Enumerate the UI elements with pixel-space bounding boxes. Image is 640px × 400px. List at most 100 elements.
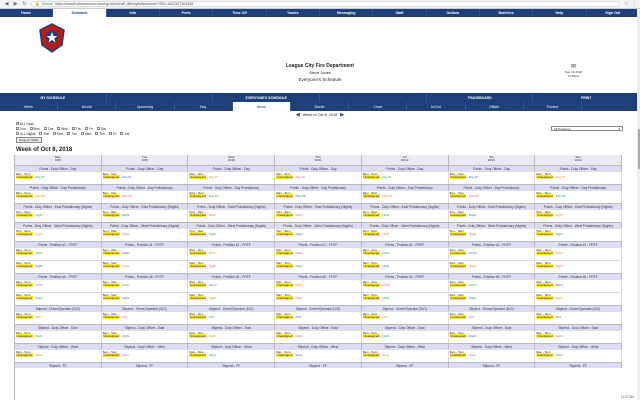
- mail-icon[interactable]: ✉: [565, 63, 582, 70]
- shift-assignment[interactable]: Unassigned - Night: [102, 232, 187, 237]
- shift-assignment[interactable]: Unassigned - Night: [189, 264, 273, 269]
- shift-cell[interactable]: 8am - 5pm Unassigned - West: [275, 350, 362, 362]
- shift-cell[interactable]: 8am - 5pm Unassigned - D/O: [449, 312, 536, 324]
- shift-assignment[interactable]: Unassigned - Night: [536, 213, 620, 218]
- shift-cell[interactable]: 8am - 5pm Unassigned - West: [102, 350, 189, 362]
- shift-cell[interactable]: 5pm - 8am Unassigned - Night: [275, 210, 362, 222]
- shift-assignment[interactable]: Unassigned - D/O: [16, 315, 100, 320]
- filter-option[interactable]: Wed: [57, 126, 68, 131]
- nav-staff[interactable]: Staff: [373, 9, 427, 17]
- shift-assignment[interactable]: Unassigned - Night: [189, 296, 273, 301]
- shift-assignment[interactable]: Unassigned - DOCI: [449, 283, 534, 288]
- shift-assignment[interactable]: Unassigned - Night: [16, 264, 100, 269]
- positions-select[interactable]: All Positions ▾: [551, 126, 623, 131]
- checkbox[interactable]: [96, 126, 100, 130]
- shift-cell[interactable]: 8am - 5pm Unassigned - Night: [15, 331, 102, 343]
- shift-assignment[interactable]: Unassigned - Night: [16, 296, 100, 301]
- view-tab-5[interactable]: Month: [291, 102, 350, 111]
- checkbox[interactable]: [16, 121, 19, 125]
- checkbox[interactable]: [67, 131, 71, 135]
- nav-gonow[interactable]: GoNow: [427, 9, 480, 17]
- filter-option[interactable]: ALL Days: [16, 121, 34, 126]
- checkbox[interactable]: [16, 126, 19, 130]
- shift-cell[interactable]: 8am - 5pm Unassigned - DOCI: [188, 280, 276, 292]
- shift-assignment[interactable]: Unassigned - D/O: [276, 315, 360, 320]
- filter-option[interactable]: Wed: [80, 131, 91, 136]
- shift-cell[interactable]: 5pm - 8am Unassigned - Night: [102, 210, 189, 222]
- shift-cell[interactable]: 8am - 5pm Unassigned - Day Pt: [275, 172, 362, 184]
- nav-trades[interactable]: Trades: [267, 9, 320, 17]
- checkbox[interactable]: [85, 126, 89, 130]
- prev-week-icon[interactable]: ◀: [296, 112, 300, 118]
- filter-option[interactable]: Thu: [95, 131, 105, 136]
- filter-option[interactable]: Sun: [39, 131, 49, 136]
- filter-option[interactable]: Tue: [43, 126, 53, 131]
- star-icon[interactable]: ☆: [624, 1, 628, 7]
- nav-sign-out[interactable]: Sign Out: [587, 9, 640, 17]
- shift-cell[interactable]: 8am - 5pm Unassigned - Night: [102, 293, 189, 305]
- nav-schedule[interactable]: Schedule: [53, 9, 107, 17]
- view-tab-3[interactable]: Day: [175, 102, 233, 111]
- shift-assignment[interactable]: Unassigned - DOCI: [276, 251, 360, 256]
- view-tab-6[interactable]: Chart: [349, 102, 408, 111]
- filter-option[interactable]: Sun: [16, 126, 26, 131]
- shift-cell[interactable]: 5pm - 8am Unassigned - Night: [15, 229, 102, 241]
- shift-cell[interactable]: 8am - 5pm Unassigned - DOCI: [449, 280, 536, 292]
- shift-assignment[interactable]: Unassigned - DOCI: [189, 251, 273, 256]
- shift-cell[interactable]: 5pm - 8am Unassigned - Night: [449, 229, 536, 241]
- shift-cell[interactable]: 8am - 5pm Unassigned - Night: [449, 293, 536, 305]
- view-tab-1[interactable]: Month: [58, 102, 117, 111]
- nav-home[interactable]: Home: [0, 9, 54, 17]
- shift-cell[interactable]: 8am - 5pm Unassigned - DOCI: [15, 248, 102, 260]
- shift-cell[interactable]: 8am - 5pm Unassigned - Day Pt: [535, 172, 622, 184]
- filter-option[interactable]: Fri: [108, 131, 116, 136]
- shift-assignment[interactable]: Unassigned - DOCI: [276, 283, 360, 288]
- checkbox[interactable]: [71, 126, 75, 130]
- shift-assignment[interactable]: Unassigned - Night: [189, 232, 273, 237]
- shift-cell[interactable]: 8am - 5pm Unassigned - Night: [188, 293, 276, 305]
- shift-assignment[interactable]: Unassigned - West: [16, 353, 100, 358]
- shift-cell[interactable]: 8am - 5pm Unassigned - DOCI: [102, 248, 189, 260]
- shift-cell[interactable]: 8am - 5pm Unassigned - Night: [275, 293, 362, 305]
- shift-assignment[interactable]: Unassigned - Night: [449, 213, 534, 218]
- shift-cell[interactable]: 8am - 5pm Unassigned - DOCI: [188, 248, 276, 260]
- shift-cell[interactable]: 8am - 5pm Unassigned - Night: [102, 261, 189, 273]
- shift-cell[interactable]: 5pm - 8am Unassigned - Night: [188, 210, 276, 222]
- next-week-icon[interactable]: ▶: [340, 112, 344, 118]
- shift-cell[interactable]: 8am - 5pm Unassigned - Day Pt: [102, 172, 189, 184]
- shift-cell[interactable]: 5pm - 8am Unassigned - Night: [188, 229, 276, 241]
- week-picker-label[interactable]: Week of Oct 8, 2018: [303, 113, 338, 117]
- section-tab-0[interactable]: MY SCHEDULE: [0, 93, 107, 102]
- shift-assignment[interactable]: Unassigned - Night: [276, 264, 360, 269]
- view-tab-2[interactable]: Upcoming: [116, 102, 175, 111]
- shift-cell[interactable]: 8am - 5pm Unassigned - West: [15, 350, 102, 362]
- shift-assignment[interactable]: Unassigned - Day Pt: [362, 175, 447, 180]
- shift-cell[interactable]: 8am - 5pm Unassigned - D/O: [102, 312, 189, 324]
- checkbox[interactable]: [43, 126, 47, 130]
- shift-cell[interactable]: 8am - 5pm Unassigned - D/O: [535, 312, 622, 324]
- shift-assignment[interactable]: Unassigned - Night: [16, 232, 100, 237]
- shift-cell[interactable]: 8am - 5pm Unassigned - DOCI: [535, 280, 622, 292]
- section-tab-3[interactable]: [320, 93, 427, 102]
- shift-cell[interactable]: 8am - 5pm Unassigned - West: [188, 350, 276, 362]
- shift-cell[interactable]: 8am - 5pm Unassigned - Day Pt: [15, 172, 102, 184]
- shift-assignment[interactable]: Unassigned - Day Pt: [102, 175, 187, 180]
- shift-assignment[interactable]: Unassigned - West: [189, 353, 273, 358]
- shift-assignment[interactable]: Unassigned - Day Pt: [536, 175, 620, 180]
- shift-assignment[interactable]: Unassigned - Night: [102, 296, 187, 301]
- shift-cell[interactable]: 5pm - 8am Unassigned - Night: [362, 229, 449, 241]
- shift-assignment[interactable]: Unassigned - Night: [449, 296, 534, 301]
- filter-option[interactable]: Thu: [71, 126, 81, 131]
- scrollbar-thumb[interactable]: [637, 129, 640, 169]
- shift-cell[interactable]: 8am - 5pm Unassigned - Night: [275, 331, 362, 343]
- shift-assignment[interactable]: Unassigned - D/O: [102, 315, 187, 320]
- shift-assignment[interactable]: Unassigned - DOCI: [16, 283, 100, 288]
- shift-cell[interactable]: 5pm - 8am Unassigned - Night: [535, 229, 622, 241]
- shift-assignment[interactable]: Unassigned - West: [276, 353, 360, 358]
- shift-assignment[interactable]: Unassigned - Night: [16, 334, 100, 339]
- shift-assignment[interactable]: Unassigned - West: [102, 353, 187, 358]
- filter-option[interactable]: Mon: [53, 131, 63, 136]
- shift-cell[interactable]: 8am - 5pm Unassigned - Day Pb: [535, 191, 622, 203]
- shift-cell[interactable]: 8am - 5pm Unassigned - DOCI: [275, 280, 362, 292]
- shift-assignment[interactable]: Unassigned - Day Pt: [276, 175, 360, 180]
